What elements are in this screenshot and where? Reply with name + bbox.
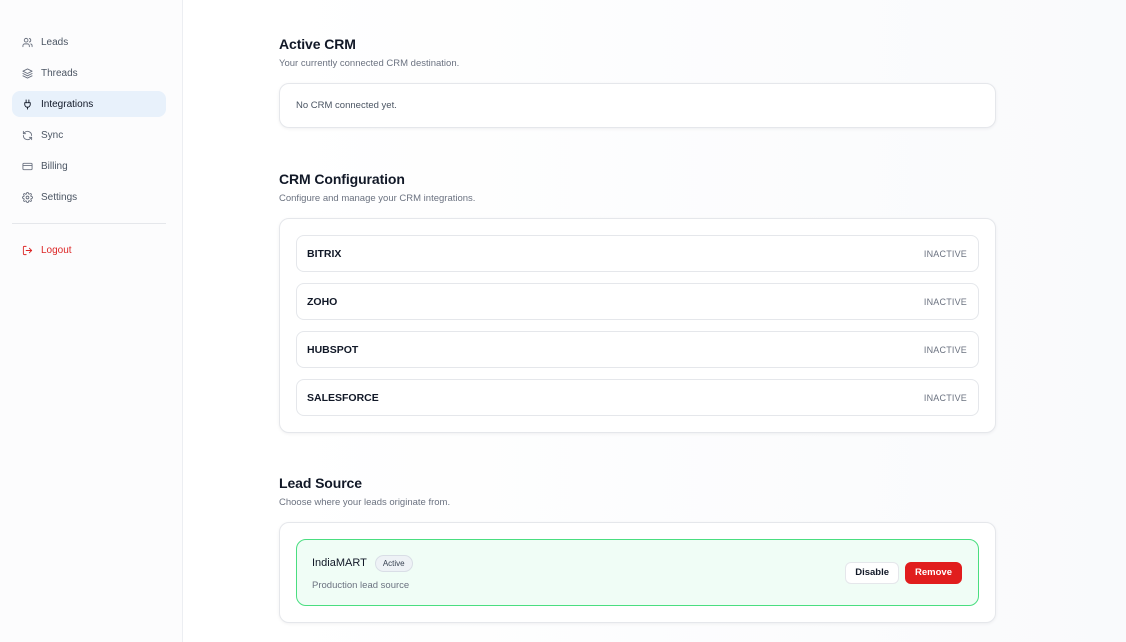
sidebar-item-threads[interactable]: Threads xyxy=(12,60,166,86)
crm-row-salesforce[interactable]: SALESFORCE INACTIVE xyxy=(296,379,979,416)
lead-source-subtitle: Choose where your leads originate from. xyxy=(279,497,451,508)
credit-card-icon xyxy=(22,161,33,172)
sidebar-item-label: Billing xyxy=(41,161,68,173)
sidebar-item-label: Integrations xyxy=(41,98,94,110)
logout-label: Logout xyxy=(41,245,72,257)
sidebar-item-integrations[interactable]: Integrations xyxy=(12,91,166,118)
lead-source-row-indiamart: IndiaMART Active Production lead source … xyxy=(296,539,979,606)
disable-button[interactable]: Disable xyxy=(845,561,900,584)
gear-icon xyxy=(22,192,33,204)
active-crm-title: Active CRM xyxy=(279,36,356,52)
crm-row-zoho[interactable]: ZOHO INACTIVE xyxy=(296,283,979,320)
lead-source-info: IndiaMART Active Production lead source xyxy=(312,554,413,591)
layers-icon xyxy=(22,68,33,79)
lead-source-title: Lead Source xyxy=(279,475,362,491)
plug-icon xyxy=(22,99,33,110)
crm-name: ZOHO xyxy=(307,295,338,308)
sidebar: Leads Threads Integrations Sync Billing … xyxy=(0,0,183,642)
crm-status: INACTIVE xyxy=(923,392,967,403)
crm-name: HUBSPOT xyxy=(307,343,359,356)
lead-source-actions: Disable Remove xyxy=(845,561,962,584)
crm-status: INACTIVE xyxy=(923,344,967,355)
refresh-icon xyxy=(22,130,33,141)
crm-name: SALESFORCE xyxy=(307,391,379,404)
sidebar-item-leads[interactable]: Leads xyxy=(12,29,166,55)
sidebar-item-billing[interactable]: Billing xyxy=(12,154,166,180)
users-icon xyxy=(22,37,33,48)
app-root: Leads Threads Integrations Sync Billing … xyxy=(0,0,1126,642)
main-content: Active CRM Your currently connected CRM … xyxy=(183,0,1126,642)
crm-config-subtitle: Configure and manage your CRM integratio… xyxy=(279,193,476,204)
crm-status: INACTIVE xyxy=(923,296,967,307)
active-crm-section: Active CRM Your currently connected CRM … xyxy=(279,36,996,128)
sidebar-item-settings[interactable]: Settings xyxy=(12,185,166,211)
active-crm-subtitle: Your currently connected CRM destination… xyxy=(279,58,460,69)
lead-source-section: Lead Source Choose where your leads orig… xyxy=(279,475,996,623)
remove-button[interactable]: Remove xyxy=(905,561,962,584)
sidebar-item-sync[interactable]: Sync xyxy=(12,123,166,149)
sidebar-item-label: Threads xyxy=(41,67,78,79)
sidebar-divider xyxy=(12,222,166,224)
active-crm-card: No CRM connected yet. xyxy=(279,83,996,128)
sidebar-nav: Leads Threads Integrations Sync Billing … xyxy=(0,29,182,211)
sidebar-item-label: Leads xyxy=(41,36,69,48)
crm-row-hubspot[interactable]: HUBSPOT INACTIVE xyxy=(296,331,979,368)
status-badge: Active xyxy=(374,554,413,572)
crm-status: INACTIVE xyxy=(923,248,967,259)
crm-config-title: CRM Configuration xyxy=(279,171,405,187)
lead-source-description: Production lead source xyxy=(312,579,410,591)
logout-button[interactable]: Logout xyxy=(12,238,166,264)
crm-row-bitrix[interactable]: BITRIX INACTIVE xyxy=(296,235,979,272)
crm-name: BITRIX xyxy=(307,247,342,260)
active-crm-empty-text: No CRM connected yet. xyxy=(296,100,397,111)
lead-source-header: IndiaMART Active xyxy=(312,554,413,572)
logout-icon xyxy=(22,245,33,256)
crm-config-card: BITRIX INACTIVE ZOHO INACTIVE HUBSPOT IN… xyxy=(279,218,996,433)
lead-source-name: IndiaMART xyxy=(312,557,367,569)
sidebar-item-label: Settings xyxy=(41,192,78,204)
crm-config-section: CRM Configuration Configure and manage y… xyxy=(279,171,996,433)
sidebar-item-label: Sync xyxy=(41,130,64,142)
lead-source-card: IndiaMART Active Production lead source … xyxy=(279,522,996,623)
content-column: Active CRM Your currently connected CRM … xyxy=(279,36,996,623)
